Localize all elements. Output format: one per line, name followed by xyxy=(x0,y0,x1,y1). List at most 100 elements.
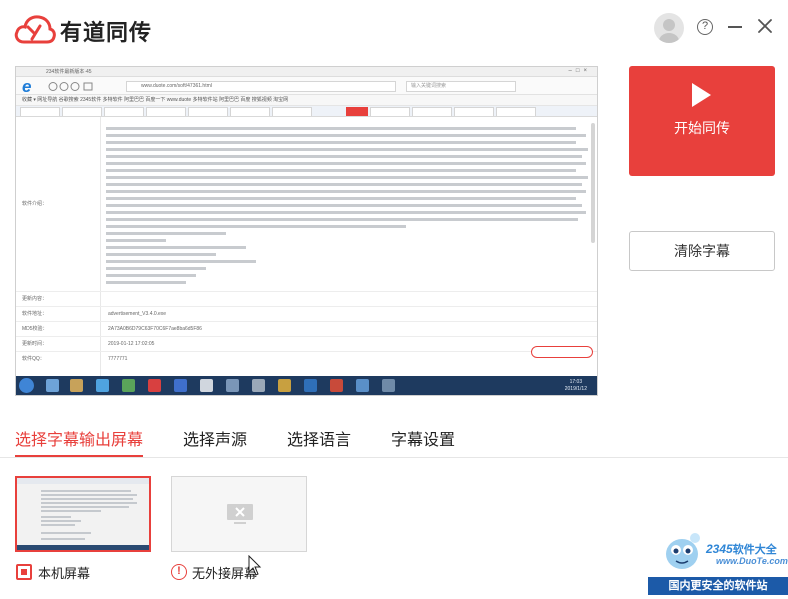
mini-text-line xyxy=(41,532,91,534)
tab-label: 选择声源 xyxy=(183,432,248,449)
text-line xyxy=(106,155,582,158)
text-line xyxy=(106,148,588,151)
youdao-cloud-logo xyxy=(14,15,56,44)
tab-label: 字幕设置 xyxy=(391,432,456,449)
start-orb-icon xyxy=(19,378,34,393)
watermark-slogan: 国内更安全的软件站 xyxy=(648,577,788,595)
field-row: 2A73A0B6D79C63F70C6F7ae8ba6d5F86 xyxy=(16,321,597,336)
browser-nav-bar: e www.duote.com/soft/47361.html 输入关键词搜索 xyxy=(16,77,597,95)
clock-date: 2019/1/12 xyxy=(564,386,587,392)
text-line xyxy=(106,253,216,256)
tab-output-screen[interactable]: 选择字幕输出屏幕 xyxy=(15,426,144,457)
mini-text-line xyxy=(41,538,85,540)
taskbar-app-icon xyxy=(382,379,395,392)
browser-search-box: 输入关键词搜索 xyxy=(406,81,516,92)
field-value-date: 2019-01-12 17:02:05 xyxy=(108,341,155,347)
external-screen-thumbnail[interactable] xyxy=(171,476,307,552)
browser-titlebar: 234软件最新版本·45 –□× xyxy=(16,67,597,77)
tab-language[interactable]: 选择语言 xyxy=(287,426,351,456)
taskbar-app-icon xyxy=(174,379,187,392)
mini-taskbar xyxy=(17,545,149,550)
taskbar-app-icon xyxy=(304,379,317,392)
text-line xyxy=(106,183,582,186)
settings-tabs: 选择字幕输出屏幕 选择声源 选择语言 字幕设置 xyxy=(0,418,788,458)
clear-subtitles-button[interactable]: 清除字幕 xyxy=(629,231,775,271)
text-line xyxy=(106,232,226,235)
active-tab-indicator xyxy=(15,455,144,457)
checkbox-icon[interactable] xyxy=(16,564,32,580)
text-line xyxy=(106,197,576,200)
text-line xyxy=(106,239,166,242)
browser-tab-active xyxy=(346,107,368,116)
mini-text-line xyxy=(41,516,71,518)
browser-notification-pill xyxy=(531,346,593,358)
windows-taskbar: 17:03 2019/1/12 xyxy=(16,376,597,395)
taskbar-app-icon xyxy=(46,379,59,392)
avatar-icon[interactable] xyxy=(654,13,684,43)
text-line xyxy=(106,127,576,130)
browser-tab xyxy=(20,107,60,116)
browser-tab xyxy=(272,107,312,116)
taskbar-app-icon xyxy=(70,379,83,392)
mini-text-line xyxy=(41,506,129,508)
browser-tab xyxy=(104,107,144,116)
watermark-url: www.DuoTe.com xyxy=(716,556,788,566)
field-value-qq: 7777771 xyxy=(108,356,128,362)
text-line xyxy=(106,176,588,179)
taskbar-app-icon xyxy=(226,379,239,392)
browser-nav-buttons-icon xyxy=(48,82,93,91)
help-icon[interactable]: ? xyxy=(697,19,713,35)
watermark-brand-name: 软件大全 xyxy=(732,544,777,556)
taskbar-app-icon xyxy=(200,379,213,392)
browser-url-bar: www.duote.com/soft/47361.html xyxy=(126,81,396,92)
tab-label: 选择字幕输出屏幕 xyxy=(15,432,144,449)
browser-tab xyxy=(188,107,228,116)
mini-text-line xyxy=(41,502,137,504)
taskbar-app-icon xyxy=(330,379,343,392)
text-line xyxy=(106,274,196,277)
browser-page-content: 软件介绍： 更新内容： 软件地址： MD5校验： 更新时间： 软件QQ： adv… xyxy=(16,117,597,378)
title-bar: 有道同传 ? xyxy=(0,0,788,56)
minimize-icon[interactable] xyxy=(728,26,742,28)
field-row: advertisement_V3.4.0.exe xyxy=(16,306,597,321)
taskbar-app-icon xyxy=(252,379,265,392)
tab-subtitle-settings[interactable]: 字幕设置 xyxy=(391,426,455,456)
local-screen-thumbnail[interactable] xyxy=(15,476,151,552)
mini-text-line xyxy=(41,498,133,500)
field-row xyxy=(16,291,597,306)
text-line xyxy=(106,211,586,214)
watermark-brand: 2345软件大全 xyxy=(706,541,777,557)
start-button-label: 开始同传 xyxy=(674,120,730,136)
text-line xyxy=(106,169,576,172)
text-line xyxy=(106,204,582,207)
text-line xyxy=(106,134,586,137)
text-line xyxy=(106,218,578,221)
text-line xyxy=(106,141,576,144)
close-icon[interactable] xyxy=(756,17,774,35)
browser-tab xyxy=(370,107,410,116)
mini-browser-bar xyxy=(17,478,149,484)
ie-icon: e xyxy=(22,77,32,96)
mini-text-line xyxy=(41,510,101,512)
text-line xyxy=(106,267,206,270)
start-interpretation-button[interactable]: 开始同传 xyxy=(629,66,775,176)
browser-tab xyxy=(146,107,186,116)
browser-tab xyxy=(454,107,494,116)
mouse-cursor-icon xyxy=(248,555,262,576)
browser-tab xyxy=(62,107,102,116)
app-title: 有道同传 xyxy=(60,20,153,45)
browser-scrollbar xyxy=(591,123,595,243)
field-value-md5: 2A73A0B6D79C63F70C6F7ae8ba6d5F86 xyxy=(108,326,202,332)
tab-audio-source[interactable]: 选择声源 xyxy=(183,426,247,456)
browser-bookmarks-bar: 收藏 ▾ 网址导航 谷歌搜索 2345软件 多特软件 阿里巴巴 百度一下 www… xyxy=(16,95,597,106)
taskbar-app-icon xyxy=(278,379,291,392)
browser-tab xyxy=(230,107,270,116)
mini-text-line xyxy=(41,494,137,496)
field-row: 7777771 xyxy=(16,351,597,366)
browser-tab xyxy=(496,107,536,116)
field-value-address: advertisement_V3.4.0.exe xyxy=(108,311,167,317)
play-icon xyxy=(692,83,711,107)
mini-text-line xyxy=(41,520,81,522)
taskbar-app-icon xyxy=(96,379,109,392)
taskbar-app-icon xyxy=(122,379,135,392)
